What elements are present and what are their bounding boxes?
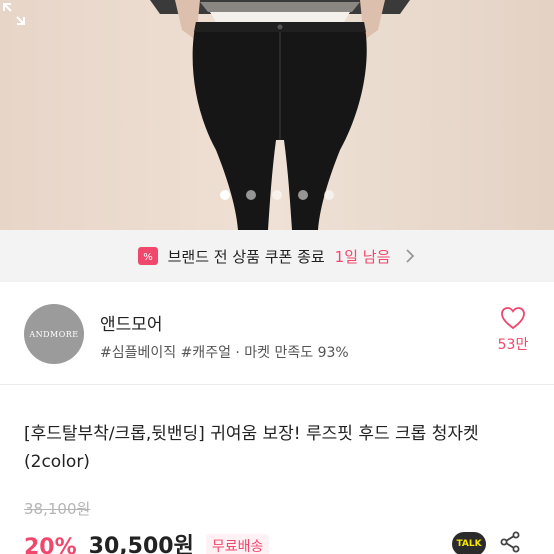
slide-dot[interactable] xyxy=(246,190,256,200)
slide-dot[interactable] xyxy=(298,190,308,200)
heart-icon xyxy=(501,307,525,330)
chevron-right-icon xyxy=(406,249,415,263)
coupon-banner[interactable]: % 브랜드 전 상품 쿠폰 종료 1일 남음 xyxy=(0,230,554,282)
original-price: 38,100원 xyxy=(24,500,91,518)
expand-icon[interactable] xyxy=(0,0,28,28)
free-shipping-badge: 무료배송 xyxy=(205,534,270,554)
shop-meta: #심플베이직 #캐주얼 · 마켓 만족도 93% xyxy=(100,345,349,361)
slide-indicator xyxy=(0,190,554,200)
shop-logo-text: ANDMORE xyxy=(29,329,79,339)
product-title: [후드탈부착/크롭,뒷밴딩] 귀여움 보장! 루즈핏 후드 크롭 청자켓 (2c… xyxy=(24,424,479,472)
talk-label: TALK xyxy=(456,539,482,549)
favorite-button[interactable]: 53만 xyxy=(488,306,538,354)
slide-dot[interactable] xyxy=(220,190,230,200)
share-icon[interactable] xyxy=(498,530,522,554)
shop-logo[interactable]: ANDMORE xyxy=(24,304,84,364)
price-row: 20% 30,500원 무료배송 xyxy=(24,530,270,554)
coupon-icon: % xyxy=(137,247,158,265)
slide-dot[interactable] xyxy=(324,190,334,200)
slide-dot[interactable] xyxy=(272,190,282,200)
coupon-text: 브랜드 전 상품 쿠폰 종료 xyxy=(167,247,325,266)
svg-text:%: % xyxy=(143,252,153,263)
shop-info[interactable]: ANDMORE 앤드모어 #심플베이직 #캐주얼 · 마켓 만족도 93% 53… xyxy=(0,282,554,385)
discount-rate: 20% xyxy=(24,535,77,554)
kakaotalk-icon[interactable]: TALK xyxy=(452,532,486,554)
sale-price: 30,500원 xyxy=(88,534,194,554)
shop-name[interactable]: 앤드모어 xyxy=(100,310,163,335)
favorite-count: 53만 xyxy=(497,337,529,353)
coupon-remaining: 1일 남음 xyxy=(334,247,391,266)
product-image[interactable] xyxy=(0,0,554,230)
